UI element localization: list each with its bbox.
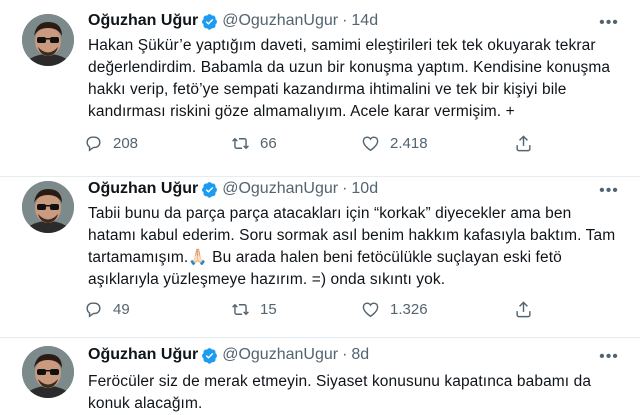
share-icon (516, 135, 531, 152)
author-name[interactable]: Oğuzhan Uğur (88, 180, 198, 198)
like-button[interactable]: 1.326 (361, 300, 428, 319)
reply-count: 49 (113, 301, 130, 318)
more-icon[interactable]: ••• (598, 348, 620, 366)
author-handle[interactable]: @OguzhanUgur (222, 12, 338, 30)
tweet-text-line: kandırması riskini göze almamalıyım. Ace… (88, 103, 515, 120)
retweet-button[interactable]: 66 (231, 134, 277, 153)
tweet-text-line: değerlendirdim. Babamla da uzun bir konu… (88, 59, 611, 76)
retweet-icon (232, 303, 249, 316)
like-count: 2.418 (390, 135, 428, 152)
tweet-actions: 208 66 2.418 (84, 134, 534, 158)
like-button[interactable]: 2.418 (361, 134, 428, 153)
avatar-photo (22, 14, 74, 66)
verified-badge-icon (201, 347, 218, 364)
avatar-photo (22, 181, 74, 233)
author-name[interactable]: Oğuzhan Uğur (88, 12, 198, 30)
author-handle[interactable]: @OguzhanUgur (222, 346, 338, 364)
tweet[interactable]: Oğuzhan Uğur @OguzhanUgur · 14d ••• Haka… (0, 0, 640, 176)
reply-icon (86, 136, 101, 152)
retweet-icon (232, 137, 249, 150)
like-icon (362, 302, 379, 318)
tweet-text-line: hatamı kabul ederim. Soru sormak asıl be… (88, 227, 616, 244)
separator-dot: · (342, 12, 348, 29)
tweet-text: Hakan Şükür’e yaptığım daveti, samimi el… (88, 35, 628, 123)
tweet-header: Oğuzhan Uğur @OguzhanUgur · 8d (88, 346, 369, 364)
reply-count: 208 (113, 135, 139, 152)
separator-dot: · (342, 346, 348, 363)
reply-button[interactable]: 208 (84, 134, 138, 153)
separator-dot: · (342, 180, 348, 197)
tweet-header: Oğuzhan Uğur @OguzhanUgur · 14d (88, 12, 378, 30)
tweet-text-line: Tabii bunu da parça parça atacakları içi… (88, 205, 572, 222)
tweet-text-line: aşıklarıyla yüzleşmeye hazırım. =) onda … (88, 271, 446, 288)
share-icon (516, 301, 531, 318)
verified-badge-icon (201, 13, 218, 30)
tweet-actions: 49 15 1.326 (84, 300, 534, 324)
more-icon[interactable]: ••• (598, 182, 620, 200)
reply-icon (86, 302, 101, 318)
tweet-text-line: Hakan Şükür’e yaptığım daveti, samimi el… (88, 37, 596, 54)
tweet-text-line: konuk alacağım. (88, 395, 203, 412)
avatar[interactable] (22, 346, 74, 398)
tweet[interactable]: Oğuzhan Uğur @OguzhanUgur · 10d ••• Tabi… (0, 177, 640, 337)
retweet-count: 66 (260, 135, 277, 152)
retweet-button[interactable]: 15 (231, 300, 277, 319)
timestamp[interactable]: 14d (351, 12, 378, 30)
tweet-text: Feröcüler siz de merak etmeyin. Siyaset … (88, 371, 628, 415)
avatar[interactable] (22, 14, 74, 66)
verified-badge-icon (201, 181, 218, 198)
tweet-text-line: Feröcüler siz de merak etmeyin. Siyaset … (88, 373, 592, 390)
tweet-text: Tabii bunu da parça parça atacakları içi… (88, 203, 628, 291)
share-button[interactable] (514, 134, 543, 153)
tweet[interactable]: Oğuzhan Uğur @OguzhanUgur · 8d ••• Feröc… (0, 338, 640, 415)
more-icon[interactable]: ••• (598, 14, 620, 32)
retweet-count: 15 (260, 301, 277, 318)
tweet-text-line: hakkı verip, fetö’ye sempati kazandırma … (88, 81, 567, 98)
like-icon (362, 136, 379, 152)
avatar[interactable] (22, 181, 74, 233)
like-count: 1.326 (390, 301, 428, 318)
tweet-text-line: tartamamışım.🙏🏻 Bu arada halen beni fetö… (88, 249, 562, 266)
tweet-header: Oğuzhan Uğur @OguzhanUgur · 10d (88, 180, 378, 198)
reply-button[interactable]: 49 (84, 300, 130, 319)
timestamp[interactable]: 10d (351, 180, 378, 198)
share-button[interactable] (514, 300, 543, 319)
author-name[interactable]: Oğuzhan Uğur (88, 346, 198, 364)
author-handle[interactable]: @OguzhanUgur (222, 180, 338, 198)
timestamp[interactable]: 8d (351, 346, 369, 364)
avatar-photo (22, 346, 74, 398)
